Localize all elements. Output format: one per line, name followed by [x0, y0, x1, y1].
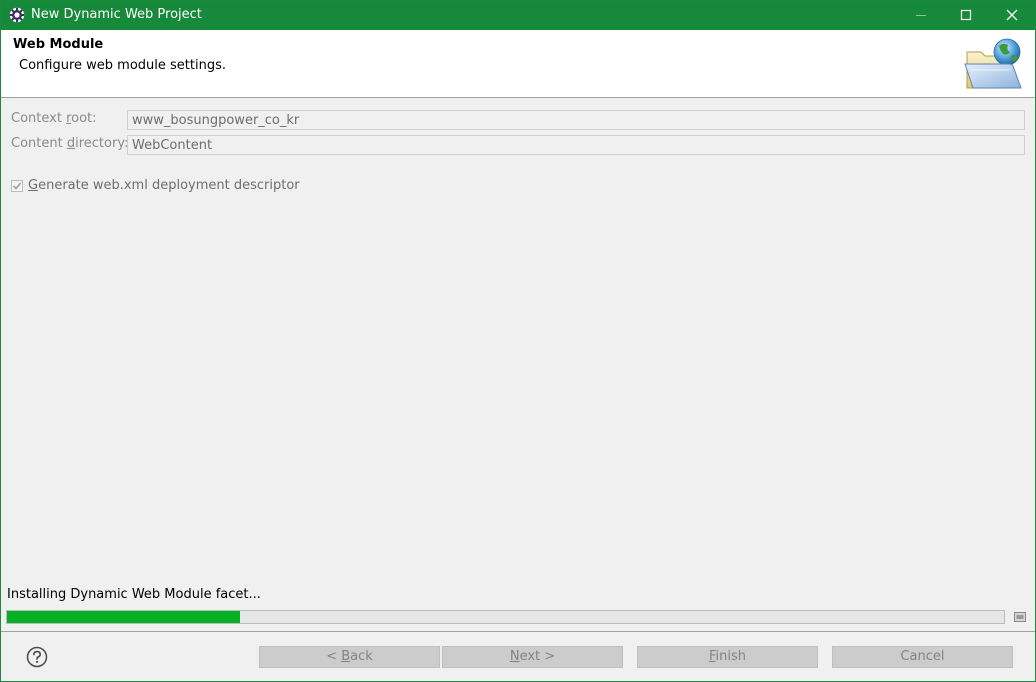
title-bar[interactable]: New Dynamic Web Project — [1, 1, 1035, 30]
window-title: New Dynamic Web Project — [31, 7, 202, 22]
finish-button[interactable]: Finish — [637, 646, 818, 668]
back-button[interactable]: < Back — [259, 646, 440, 668]
maximize-icon — [960, 9, 972, 21]
page-description: Configure web module settings. — [19, 58, 226, 73]
progress-status-text: Installing Dynamic Web Module facet... — [7, 587, 261, 602]
close-icon — [1006, 9, 1018, 21]
next-button[interactable]: Next > — [442, 646, 623, 668]
context-root-label: Context root: — [11, 111, 97, 126]
checkbox-box[interactable] — [11, 180, 23, 192]
context-root-field[interactable] — [127, 110, 1025, 130]
button-bar-separator — [1, 631, 1035, 632]
cancel-button[interactable]: Cancel — [832, 646, 1013, 668]
progress-bar — [6, 610, 1005, 624]
eclipse-gear-icon — [9, 7, 25, 23]
progress-bar-fill — [7, 611, 241, 623]
checkmark-icon — [12, 182, 22, 190]
open-folder-globe-icon — [964, 38, 1022, 89]
help-icon[interactable] — [26, 646, 48, 668]
wizard-banner: Web Module Configure web module settings… — [1, 30, 1035, 98]
page-title: Web Module — [13, 37, 104, 52]
content-directory-field[interactable] — [127, 135, 1025, 155]
maximize-button[interactable] — [944, 1, 990, 30]
minimize-button[interactable] — [899, 1, 945, 30]
minimize-icon — [916, 15, 926, 16]
content-directory-label: Content directory: — [11, 136, 129, 151]
stop-progress-icon[interactable] — [1014, 611, 1026, 623]
dialog-window: New Dynamic Web Project Web Module Confi… — [0, 0, 1036, 682]
generate-web-xml-label: Generate web.xml deployment descriptor — [28, 178, 300, 193]
close-button[interactable] — [990, 1, 1036, 30]
